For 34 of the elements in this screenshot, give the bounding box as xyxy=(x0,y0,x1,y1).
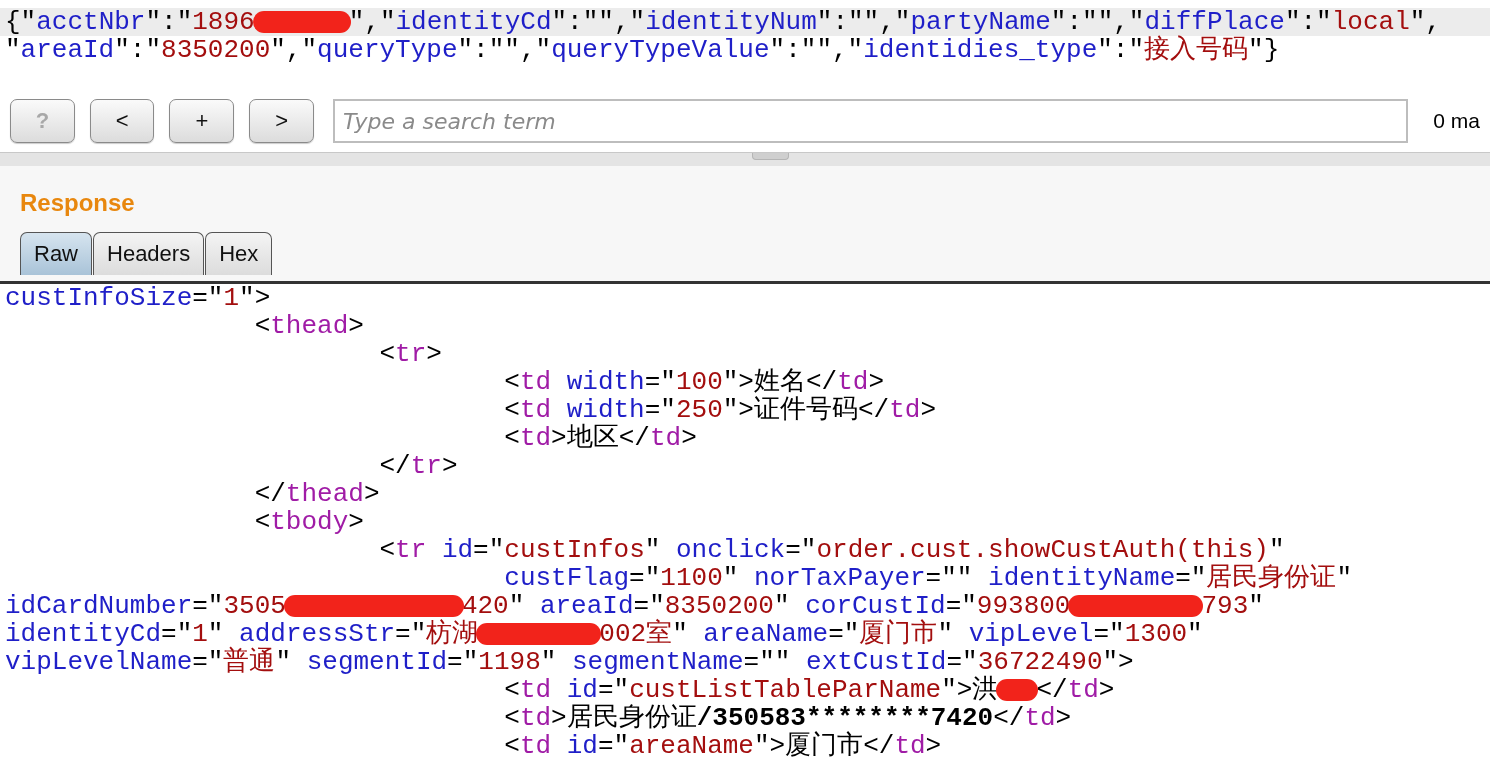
code-line: "areaId":"8350200","queryType":"","queryTypeValue":"","identidies_type":"接入号码"} xyxy=(5,36,1280,64)
code-text: ","identityCd":"","identityNum":"","partyName":"","diffPlace":"local", xyxy=(348,8,1441,36)
search-field[interactable]: Type a search term xyxy=(332,99,1409,143)
panel-title: Response xyxy=(20,188,136,218)
code-text: 002室" areaName="厦门市" vipLevel="1300" xyxy=(599,620,1203,648)
code-text: </td> xyxy=(1036,676,1115,704)
code-text: <td id="custListTableParName">洪 xyxy=(503,676,999,704)
view-tab[interactable]: Raw xyxy=(20,232,92,275)
code-line: vipLevelName="普通" segmentId="1198" segmentName="" extCustId="36722490"> xyxy=(5,648,1134,676)
code-text: {"acctNbr":"1896 xyxy=(5,8,255,36)
code-text: 793" xyxy=(1201,592,1264,620)
code-line: <td width="100">姓名</td> xyxy=(503,368,884,396)
redaction-mark xyxy=(996,679,1039,701)
view-tab[interactable]: Headers xyxy=(93,232,205,275)
code-line: <td width="250">证件号码</td> xyxy=(503,396,936,424)
code-line: <tr> xyxy=(378,340,442,368)
code-line: <td id="areaName">厦门市</td> xyxy=(503,732,942,758)
code-line: custFlag="1100" norTaxPayer="" identityName="居民身份证" xyxy=(503,564,1353,592)
nav-button[interactable]: + xyxy=(169,99,235,143)
nav-button[interactable]: > xyxy=(249,99,314,143)
code-line: </thead> xyxy=(253,480,380,508)
code-line: </tr> xyxy=(378,452,458,480)
code-line: custInfoSize="1"> xyxy=(5,284,271,312)
code-line: <td>地区</td> xyxy=(503,424,697,452)
code-line: <td>居民身份证/350583********7420</td> xyxy=(503,704,1072,732)
nav-button[interactable]: < xyxy=(89,99,155,143)
view-tab[interactable]: Hex xyxy=(205,232,273,275)
code-line: <thead> xyxy=(253,312,364,340)
code-text: 420" areaId="8350200" corCustId="993800 xyxy=(461,592,1071,620)
match-count: 0 ma xyxy=(1433,109,1480,133)
code-line: <tr id="custInfos" onclick="order.cust.showCustAuth(this)" xyxy=(378,536,1285,564)
code-text: idCardNumber="3505 xyxy=(5,592,286,620)
code-line: <tbody> xyxy=(253,508,364,536)
divider-handle[interactable] xyxy=(751,153,789,160)
